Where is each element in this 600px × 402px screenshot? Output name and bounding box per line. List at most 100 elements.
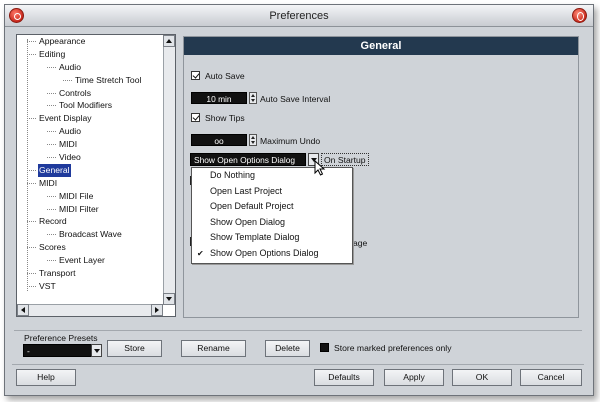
startup-dropdown-menu: Do Nothing Open Last Project Open Default … xyxy=(191,167,353,264)
show-tips-label: Show Tips xyxy=(205,113,245,123)
tree-horizontal-scrollbar[interactable] xyxy=(17,304,163,316)
scroll-up-arrow-icon[interactable] xyxy=(163,35,175,47)
tree-item[interactable]: Scores xyxy=(17,241,163,254)
tree-connector xyxy=(47,144,56,146)
tree-item[interactable]: General xyxy=(17,163,163,177)
store-marked-checkbox[interactable] xyxy=(320,343,329,352)
maximum-undo-field[interactable]: oo xyxy=(191,134,247,146)
tree-item-label: Audio xyxy=(59,126,81,137)
tree-item[interactable]: Transport xyxy=(17,267,163,280)
delete-button[interactable]: Delete xyxy=(265,340,310,357)
tree-item[interactable]: MIDI File xyxy=(17,190,163,203)
tree-connector xyxy=(27,285,36,287)
startup-menu-item-label: Open Default Project xyxy=(210,201,294,211)
close-icon[interactable] xyxy=(572,8,587,23)
tree-item[interactable]: Audio xyxy=(17,125,163,138)
startup-menu-item[interactable]: Show Template Dialog xyxy=(192,230,352,246)
preferences-tree: Appearance Editing Audio Time Stretch Tool C… xyxy=(16,34,176,317)
startup-menu-item-label: Do Nothing xyxy=(210,170,256,180)
tree-item-label: MIDI Filter xyxy=(59,203,99,214)
tree-item-label: Video xyxy=(59,152,81,163)
title-bar: Preferences xyxy=(5,5,593,27)
tree-item[interactable]: Audio xyxy=(17,61,163,74)
startup-menu-item[interactable]: Open Default Project xyxy=(192,199,352,215)
tree-item-label: Event Display xyxy=(39,113,92,124)
tree-item[interactable]: Video xyxy=(17,151,163,164)
tree-item-label: Controls xyxy=(59,87,91,98)
tree-connector xyxy=(63,79,72,81)
apply-button[interactable]: Apply xyxy=(384,369,444,386)
startup-menu-item[interactable]: Do Nothing xyxy=(192,168,352,184)
tree-item[interactable]: Event Display xyxy=(17,112,163,125)
tree-connector xyxy=(47,234,56,236)
tree-item[interactable]: Controls xyxy=(17,87,163,100)
tree-item[interactable]: MIDI Filter xyxy=(17,203,163,216)
tree-item-label: Appearance xyxy=(39,36,86,46)
store-button[interactable]: Store xyxy=(107,340,162,357)
partially-hidden-label: age xyxy=(353,238,368,248)
maximum-undo-label: Maximum Undo xyxy=(260,136,321,146)
tree-vertical-scrollbar[interactable] xyxy=(163,35,175,305)
tree-item-label: Tool Modifiers xyxy=(59,100,113,111)
tree-item[interactable]: Event Layer xyxy=(17,254,163,267)
startup-menu-item-label: Show Open Options Dialog xyxy=(210,247,319,258)
tree-connector xyxy=(47,195,56,197)
rename-button[interactable]: Rename xyxy=(181,340,246,357)
tree-item-label: Scores xyxy=(39,242,66,253)
tree-connector xyxy=(47,260,56,262)
startup-menu-item[interactable]: Show Open Dialog xyxy=(192,215,352,231)
maximum-undo-stepper[interactable] xyxy=(249,134,257,146)
tree-item-label: VST xyxy=(39,280,56,291)
tree-connector xyxy=(47,157,56,159)
tree-connector xyxy=(47,66,56,68)
tree-connector xyxy=(27,247,36,249)
store-marked-label: Store marked preferences only xyxy=(334,343,452,353)
on-startup-label: On Startup xyxy=(321,153,369,166)
window-title: Preferences xyxy=(269,10,329,22)
auto-save-interval-field[interactable]: 10 min xyxy=(191,92,247,104)
tree-item[interactable]: Appearance xyxy=(17,35,163,48)
auto-save-checkbox[interactable] xyxy=(191,71,200,80)
tree-connector xyxy=(27,118,36,120)
chevron-down-icon[interactable] xyxy=(91,344,102,357)
show-tips-checkbox[interactable] xyxy=(191,113,200,122)
ok-button[interactable]: OK xyxy=(452,369,512,386)
startup-menu-item[interactable]: ✔ Show Open Options Dialog xyxy=(192,246,352,262)
startup-menu-item-label: Open Last Project xyxy=(210,185,283,196)
tree-item[interactable]: Time Stretch Tool xyxy=(17,74,163,87)
tree-connector xyxy=(47,92,56,94)
startup-menu-item-label: Show Template Dialog xyxy=(210,232,300,242)
tree-connector xyxy=(47,131,56,133)
tree-item[interactable]: Broadcast Wave xyxy=(17,228,163,241)
tree-connector xyxy=(47,105,56,107)
auto-save-label: Auto Save xyxy=(205,71,245,81)
preference-presets-label: Preference Presets xyxy=(24,333,98,343)
startup-menu-item[interactable]: Open Last Project xyxy=(192,184,352,200)
tree-item-label: Event Layer xyxy=(59,255,105,266)
tree-item[interactable]: Record xyxy=(17,215,163,228)
tree-connector xyxy=(47,208,56,210)
scroll-left-arrow-icon[interactable] xyxy=(17,304,29,316)
tree-connector xyxy=(27,53,36,55)
defaults-button[interactable]: Defaults xyxy=(314,369,374,386)
preference-presets-dropdown[interactable]: - xyxy=(23,344,93,357)
tree-item[interactable]: MIDI xyxy=(17,138,163,151)
cancel-button[interactable]: Cancel xyxy=(520,369,582,386)
tree-item-label: Transport xyxy=(39,268,76,279)
tree-connector xyxy=(27,273,36,275)
tree-item[interactable]: MIDI xyxy=(17,177,163,190)
tree-item-label: Editing xyxy=(39,48,66,59)
startup-menu-item-label: Show Open Dialog xyxy=(210,216,286,227)
tree-item[interactable]: VST xyxy=(17,280,163,293)
tree-list: Appearance Editing Audio Time Stretch Tool C… xyxy=(17,35,163,305)
scroll-down-arrow-icon[interactable] xyxy=(163,293,175,305)
tree-connector xyxy=(27,39,28,291)
tree-item[interactable]: Tool Modifiers xyxy=(17,99,163,112)
tree-item[interactable]: Editing xyxy=(17,48,163,61)
help-button[interactable]: Help xyxy=(16,369,76,386)
auto-save-interval-stepper[interactable] xyxy=(249,92,257,104)
startup-dropdown[interactable]: Show Open Options Dialog xyxy=(190,153,306,166)
tree-connector xyxy=(27,41,36,42)
scroll-right-arrow-icon[interactable] xyxy=(151,304,163,316)
tree-connector xyxy=(27,221,36,223)
